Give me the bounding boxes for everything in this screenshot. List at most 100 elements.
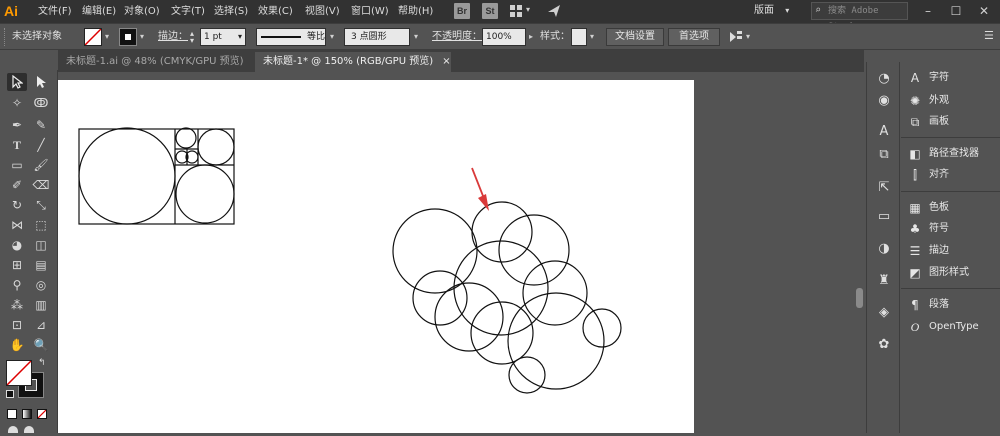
preferences-button[interactable]: 首选项 bbox=[668, 28, 720, 46]
curvature-tool-icon[interactable]: ✎ bbox=[31, 116, 51, 134]
fill-color-swatch[interactable] bbox=[6, 360, 32, 386]
close-icon[interactable]: × bbox=[442, 56, 450, 67]
eyedropper-tool-icon[interactable]: ⚲ bbox=[7, 276, 27, 294]
eraser-tool-icon[interactable]: ⌫ bbox=[31, 176, 51, 194]
canvas-area[interactable] bbox=[58, 72, 864, 433]
opacity-field[interactable]: 100% bbox=[482, 28, 526, 46]
scrollbar-thumb[interactable] bbox=[856, 288, 863, 308]
fill-swatch[interactable] bbox=[84, 28, 102, 46]
menu-type[interactable]: 文字(T) bbox=[171, 5, 205, 18]
pen-tool-icon[interactable]: ✒ bbox=[7, 116, 27, 134]
panel-opentype[interactable]: O OpenType bbox=[907, 318, 999, 336]
magic-wand-tool-icon[interactable]: ✧ bbox=[7, 94, 27, 112]
direct-selection-tool-icon[interactable] bbox=[31, 73, 51, 91]
bridge-button[interactable]: Br bbox=[454, 3, 470, 19]
artboard[interactable] bbox=[58, 80, 694, 433]
stroke-swatch[interactable] bbox=[119, 28, 137, 46]
stroke-label[interactable]: 描边： bbox=[158, 31, 188, 43]
menu-object[interactable]: 对象(O) bbox=[124, 5, 160, 18]
scale-tool-icon[interactable]: ⤡ bbox=[31, 196, 51, 214]
chevron-down-icon[interactable]: ▾ bbox=[526, 5, 530, 14]
character-styles-icon[interactable]: A bbox=[875, 123, 893, 141]
lasso-tool-icon[interactable]: ↂ bbox=[31, 94, 51, 112]
screen-mode-icon[interactable] bbox=[24, 426, 34, 433]
rectangle-tool-icon[interactable]: ▭ bbox=[7, 156, 27, 174]
hand-tool-icon[interactable]: ✋ bbox=[7, 336, 27, 354]
color-guide-icon[interactable]: ◔ bbox=[875, 70, 893, 88]
layers-link-icon[interactable]: ⧉ bbox=[875, 146, 893, 164]
none-mode-icon[interactable] bbox=[37, 409, 47, 419]
vertical-scrollbar[interactable] bbox=[855, 72, 864, 433]
stroke-weight-field[interactable]: 1 pt ▾ bbox=[200, 28, 246, 46]
panel-appearance[interactable]: ✺ 外观 bbox=[907, 92, 999, 110]
menu-select[interactable]: 选择(S) bbox=[214, 5, 248, 18]
paintbrush-tool-icon[interactable]: 🖌 bbox=[31, 156, 51, 174]
panel-pathfinder[interactable]: ◧ 路径查找器 bbox=[907, 145, 999, 163]
color-mode-icon[interactable] bbox=[7, 409, 17, 419]
default-colors-icon[interactable] bbox=[6, 390, 14, 398]
menu-edit[interactable]: 编辑(E) bbox=[82, 5, 116, 18]
maximize-icon[interactable]: ☐ bbox=[944, 3, 968, 19]
panel-align[interactable]: ⫿ 对齐 bbox=[907, 166, 999, 184]
panel-artboards[interactable]: ⧉ 画板 bbox=[907, 113, 999, 131]
menu-view[interactable]: 视图(V) bbox=[305, 5, 340, 18]
brush-definition[interactable]: 3 点圆形 bbox=[344, 28, 410, 46]
color-icon[interactable]: ◉ bbox=[875, 92, 893, 110]
line-tool-icon[interactable]: ╱ bbox=[31, 136, 51, 154]
stepper-icon[interactable]: ▴▾ bbox=[190, 30, 194, 44]
menu-help[interactable]: 帮助(H) bbox=[398, 5, 433, 18]
workspace-switcher[interactable]: 版面 ▾ bbox=[754, 3, 800, 19]
menu-file[interactable]: 文件(F) bbox=[38, 5, 72, 18]
chevron-right-icon[interactable]: ▸ bbox=[529, 31, 533, 43]
transparency-icon[interactable]: ◑ bbox=[875, 240, 893, 258]
stock-button[interactable]: St bbox=[482, 3, 498, 19]
perspective-grid-tool-icon[interactable]: ◫ bbox=[31, 236, 51, 254]
gradient-mode-icon[interactable] bbox=[22, 409, 32, 419]
panel-character[interactable]: A 字符 bbox=[907, 69, 999, 87]
shaper-tool-icon[interactable]: ✐ bbox=[7, 176, 27, 194]
chevron-down-icon[interactable]: ▾ bbox=[746, 31, 750, 43]
panel-grip[interactable] bbox=[4, 28, 6, 46]
document-setup-button[interactable]: 文档设置 bbox=[606, 28, 664, 46]
variable-width-profile[interactable]: 等比 bbox=[256, 28, 326, 46]
type-tool-icon[interactable]: T bbox=[7, 136, 27, 154]
chevron-down-icon[interactable]: ▾ bbox=[140, 31, 144, 43]
draw-mode-icon[interactable] bbox=[8, 426, 18, 433]
shape-builder-tool-icon[interactable]: ◕ bbox=[7, 236, 27, 254]
panel-symbols[interactable]: ♣ 符号 bbox=[907, 220, 999, 238]
width-tool-icon[interactable]: ⋈ bbox=[7, 216, 27, 234]
artboard-tool-icon[interactable]: ⊡ bbox=[7, 316, 27, 334]
panel-swatches[interactable]: ▦ 色板 bbox=[907, 199, 999, 217]
layers-icon[interactable]: ◈ bbox=[875, 304, 893, 322]
panel-graphic-styles[interactable]: ◩ 图形样式 bbox=[907, 264, 999, 282]
gradient-tool-icon[interactable]: ▤ bbox=[31, 256, 51, 274]
send-icon[interactable] bbox=[546, 3, 562, 19]
tab-document-1[interactable]: 未标题-1.ai @ 48% (CMYK/GPU 预览) × bbox=[58, 52, 253, 72]
rotate-tool-icon[interactable]: ↻ bbox=[7, 196, 27, 214]
puppet-icon[interactable]: ♜ bbox=[875, 272, 893, 290]
graphic-style-swatch[interactable] bbox=[571, 28, 587, 46]
column-graph-tool-icon[interactable]: ▥ bbox=[31, 296, 51, 314]
chevron-down-icon[interactable]: ▾ bbox=[590, 31, 594, 43]
symbol-sprayer-tool-icon[interactable]: ⁂ bbox=[7, 296, 27, 314]
menu-window[interactable]: 窗口(W) bbox=[351, 5, 389, 18]
slice-tool-icon[interactable]: ⊿ bbox=[31, 316, 51, 334]
stock-search-input[interactable]: ⌕ 搜索 Adobe Stock bbox=[811, 2, 908, 20]
panel-stroke[interactable]: ☰ 描边 bbox=[907, 242, 999, 260]
arrange-icon[interactable] bbox=[728, 29, 744, 45]
gradient-panel-icon[interactable]: ▭ bbox=[875, 208, 893, 226]
zoom-tool-icon[interactable]: 🔍 bbox=[31, 336, 51, 354]
free-transform-tool-icon[interactable]: ⬚ bbox=[31, 216, 51, 234]
selection-tool-icon[interactable] bbox=[7, 73, 27, 91]
swap-fill-stroke-icon[interactable]: ↰ bbox=[38, 358, 46, 368]
menu-effect[interactable]: 效果(C) bbox=[258, 5, 293, 18]
close-icon[interactable]: ✕ bbox=[972, 3, 996, 19]
tab-document-2[interactable]: 未标题-1* @ 150% (RGB/GPU 预览) × bbox=[255, 52, 451, 72]
menu-icon[interactable]: ☰ bbox=[984, 30, 994, 42]
panel-paragraph[interactable]: ¶ 段落 bbox=[907, 296, 999, 314]
blend-tool-icon[interactable]: ◎ bbox=[31, 276, 51, 294]
chevron-down-icon[interactable]: ▾ bbox=[105, 31, 109, 43]
brushes-icon[interactable]: ✿ bbox=[875, 336, 893, 354]
minimize-icon[interactable]: – bbox=[916, 3, 940, 19]
chevron-down-icon[interactable]: ▾ bbox=[330, 31, 334, 43]
